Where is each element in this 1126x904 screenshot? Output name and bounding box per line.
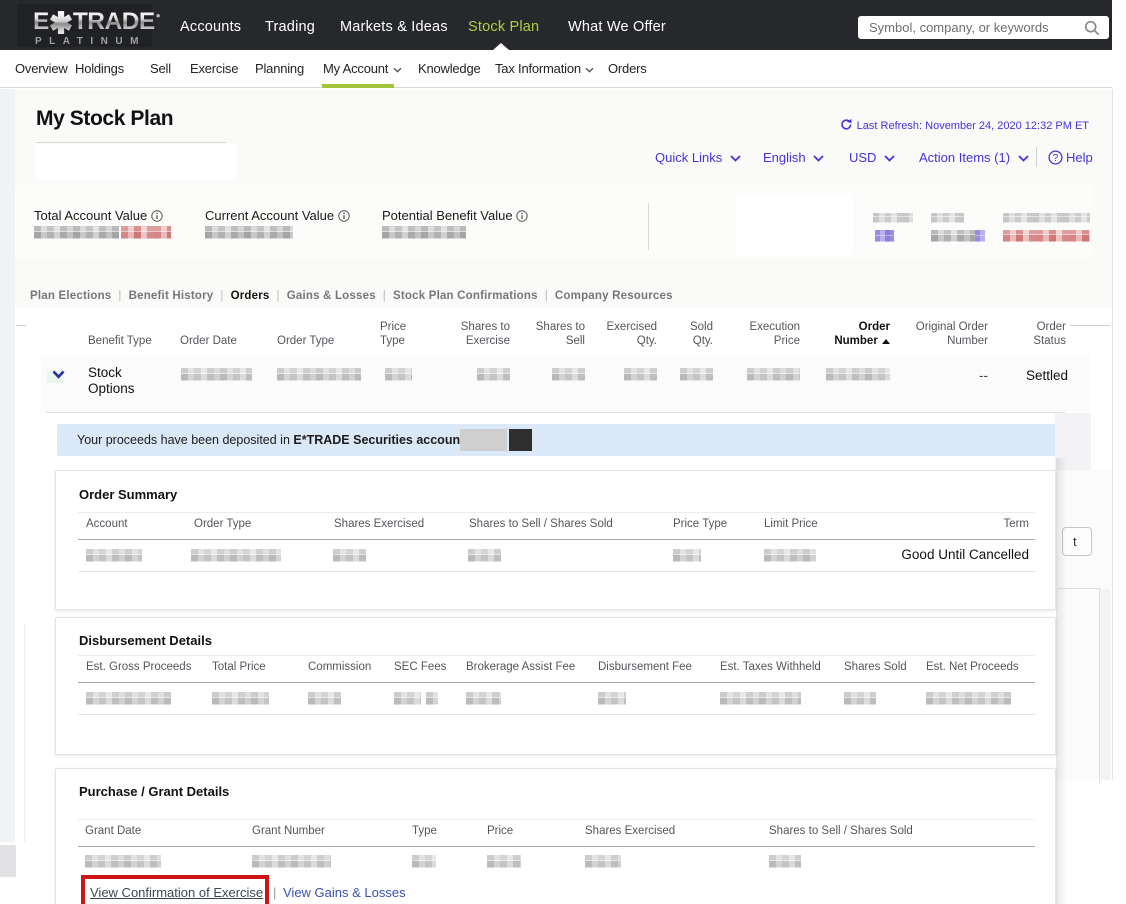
svg-text:?: ?: [1053, 153, 1059, 164]
